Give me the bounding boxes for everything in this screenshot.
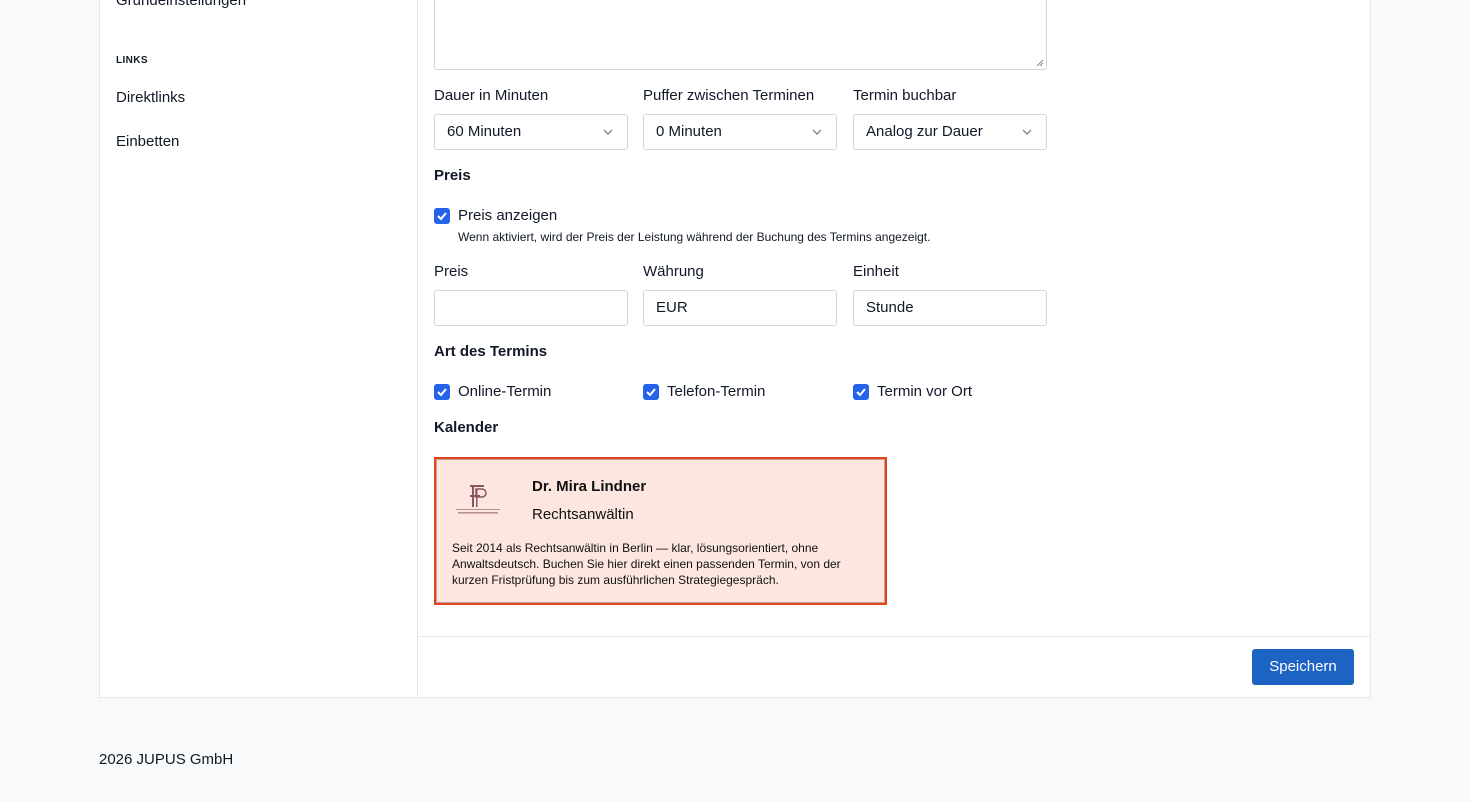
- show-price-hint: Wenn aktiviert, wird der Preis der Leist…: [458, 230, 931, 244]
- currency-label: Währung: [643, 263, 704, 280]
- bookable-label: Termin buchbar: [853, 87, 957, 104]
- main-content: Dauer in Minuten Puffer zwischen Termine…: [418, 0, 1370, 697]
- law-firm-logo: [456, 485, 500, 514]
- sidebar-item-einbetten[interactable]: Einbetten: [116, 133, 179, 150]
- profile-description: Seit 2014 als Rechtsanwältin in Berlin —…: [452, 541, 841, 587]
- save-button[interactable]: Speichern: [1252, 649, 1354, 685]
- chevron-down-icon: [603, 129, 613, 135]
- online-appointment-checkbox[interactable]: [434, 384, 450, 400]
- currency-input[interactable]: EUR: [643, 290, 837, 326]
- duration-select-value: 60 Minuten: [447, 123, 522, 140]
- description-textarea[interactable]: [434, 0, 1047, 70]
- appointment-type-heading: Art des Termins: [434, 343, 548, 360]
- price-input[interactable]: [434, 290, 628, 326]
- resize-handle-icon[interactable]: [1036, 59, 1044, 67]
- sidebar-item-direktlinks[interactable]: Direktlinks: [116, 89, 185, 106]
- price-heading: Preis: [434, 167, 471, 184]
- onsite-appointment-checkbox[interactable]: [853, 384, 869, 400]
- profile-role: Rechtsanwältin: [532, 506, 634, 523]
- calendar-profile-card[interactable]: Dr. Mira Lindner Rechtsanwältin Seit 201…: [434, 457, 887, 605]
- show-price-label[interactable]: Preis anzeigen: [458, 207, 557, 224]
- calendar-heading: Kalender: [434, 419, 499, 436]
- checkmark-icon: [437, 212, 447, 221]
- bookable-select-value: Analog zur Dauer: [866, 123, 983, 140]
- checkmark-icon: [646, 388, 656, 397]
- form-actions-bar: Speichern: [418, 636, 1370, 698]
- phone-appointment-checkbox[interactable]: [643, 384, 659, 400]
- phone-appointment-label[interactable]: Telefon-Termin: [667, 383, 765, 400]
- chevron-down-icon: [812, 129, 822, 135]
- unit-label: Einheit: [853, 263, 899, 280]
- footer-copyright: 2026 JUPUS GmbH: [99, 751, 234, 768]
- sidebar-section-label-links: LINKS: [116, 55, 148, 66]
- buffer-label: Puffer zwischen Terminen: [643, 87, 815, 104]
- online-appointment-label[interactable]: Online-Termin: [458, 383, 551, 400]
- chevron-down-icon: [1022, 129, 1032, 135]
- unit-input[interactable]: Stunde: [853, 290, 1047, 326]
- bookable-select[interactable]: Analog zur Dauer: [853, 114, 1047, 150]
- buffer-select-value: 0 Minuten: [656, 123, 722, 140]
- duration-label: Dauer in Minuten: [434, 87, 549, 104]
- sidebar-item-grundeinstellungen[interactable]: Grundeinstellungen: [116, 0, 246, 9]
- buffer-select[interactable]: 0 Minuten: [643, 114, 837, 150]
- onsite-appointment-label[interactable]: Termin vor Ort: [877, 383, 972, 400]
- price-label: Preis: [434, 263, 469, 280]
- show-price-checkbox[interactable]: [434, 208, 450, 224]
- checkmark-icon: [437, 388, 447, 397]
- sidebar: Grundeinstellungen LINKS Direktlinks Ein…: [100, 0, 418, 697]
- checkmark-icon: [856, 388, 866, 397]
- profile-name: Dr. Mira Lindner: [532, 478, 647, 495]
- settings-panel: Grundeinstellungen LINKS Direktlinks Ein…: [99, 0, 1371, 698]
- duration-select[interactable]: 60 Minuten: [434, 114, 628, 150]
